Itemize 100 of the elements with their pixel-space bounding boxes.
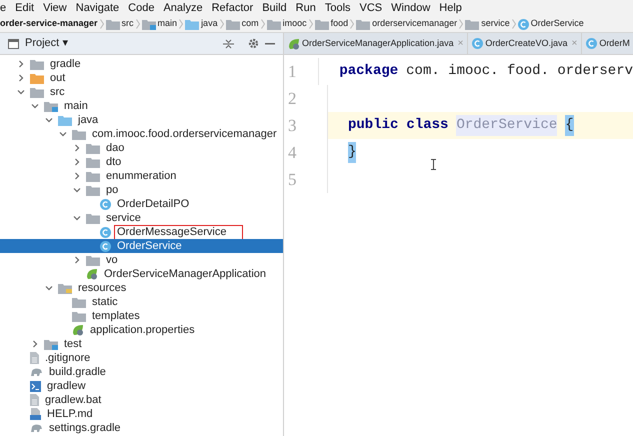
separator-icon — [100, 19, 104, 29]
tree-item[interactable]: gradlew.bat — [0, 393, 283, 407]
breadcrumb-item[interactable]: src — [122, 17, 134, 31]
tree-item[interactable]: application.properties — [0, 323, 283, 337]
tree-item-label: com.imooc.food.orderservicemanager — [91, 128, 278, 140]
tree-item[interactable]: src — [0, 85, 283, 99]
tree-item[interactable]: OrderMessageService — [0, 225, 283, 239]
breadcrumb-item[interactable]: order-service-manager — [0, 17, 98, 31]
elephant-icon — [30, 423, 43, 433]
matched-brace: } — [348, 142, 356, 163]
tree-item[interactable]: resources — [0, 281, 283, 295]
chevron-right-icon[interactable] — [73, 256, 81, 264]
menu-item[interactable]: Build — [262, 0, 287, 16]
tree-item-label: out — [49, 72, 66, 84]
tree-item-label: dto — [105, 156, 122, 168]
editor-tab[interactable]: OrderM — [582, 33, 633, 54]
tree-item-label: resources — [77, 282, 128, 294]
tree-item[interactable]: gradle — [0, 57, 283, 71]
tree-item[interactable]: main — [0, 99, 283, 113]
tree-item[interactable]: settings.gradle — [0, 421, 283, 435]
project-view-selector[interactable]: Project ▾ — [25, 35, 68, 52]
menu-item[interactable]: VCS — [360, 0, 382, 16]
tree-item-label: vo — [105, 254, 119, 266]
tree-item-label: application.properties — [89, 324, 196, 336]
tree-item-label: java — [76, 114, 100, 126]
tree-item-label: OrderServiceManagerApplication — [103, 268, 268, 280]
menu-item[interactable]: Navigate — [76, 0, 120, 16]
menu-item[interactable]: Analyze — [163, 0, 203, 16]
tree-item[interactable]: dao — [0, 141, 283, 155]
separator-icon — [350, 19, 354, 29]
separator-icon — [136, 19, 140, 29]
tree-item[interactable]: test — [0, 337, 283, 351]
tree-item[interactable]: OrderDetailPO — [0, 197, 283, 211]
chevron-down-icon[interactable] — [45, 284, 53, 292]
tree-item-label: dao — [105, 142, 126, 154]
tree-item-label: enummeration — [105, 170, 178, 182]
text-cursor-icon — [431, 159, 436, 170]
class-icon — [100, 240, 111, 252]
source-folder-icon — [142, 18, 156, 30]
chevron-down-icon[interactable] — [73, 186, 81, 194]
separator-icon — [512, 19, 516, 29]
tree-item[interactable]: po — [0, 183, 283, 197]
tree-item[interactable]: com.imooc.food.orderservicemanager — [0, 127, 283, 141]
menu-item[interactable]: Help — [439, 0, 462, 16]
tree-item[interactable]: service — [0, 211, 283, 225]
breadcrumb-item[interactable]: imooc — [282, 17, 307, 31]
menu-item[interactable]: Tools — [324, 0, 351, 16]
tree-item-label: gradlew.bat — [44, 394, 102, 406]
folder-icon — [86, 184, 100, 196]
separator-icon — [308, 19, 313, 29]
editor-tab[interactable]: OrderServiceManagerApplication.java × — [284, 33, 468, 54]
breadcrumb-item[interactable]: food — [330, 17, 348, 31]
breadcrumb-item[interactable]: com — [242, 17, 259, 31]
tree-item[interactable]: enummeration — [0, 169, 283, 183]
menu-item[interactable]: View — [43, 0, 67, 16]
tree-item[interactable]: build.gradle — [0, 365, 283, 379]
menu-item[interactable]: Window — [391, 0, 430, 16]
tree-item-label: OrderMessageService — [115, 226, 242, 238]
menu-item[interactable]: e — [0, 0, 6, 16]
tree-item-label: gradlew — [46, 380, 87, 392]
menu-item[interactable]: Refactor — [212, 0, 254, 16]
breadcrumb-item[interactable]: java — [201, 17, 218, 31]
tree-item[interactable]: static — [0, 295, 283, 309]
menu-item[interactable]: Edit — [15, 0, 34, 16]
tree-item[interactable]: java — [0, 113, 283, 127]
breadcrumb-item[interactable]: orderservicemanager — [372, 17, 458, 31]
folder-icon — [266, 18, 281, 30]
source-folder-icon — [44, 338, 58, 350]
tree-item[interactable]: OrderServiceManagerApplication — [0, 267, 283, 281]
folder-icon — [185, 18, 200, 30]
tree-item[interactable]: OrderService — [0, 239, 283, 253]
breadcrumb-item[interactable]: OrderService — [530, 17, 584, 31]
chevron-right-icon[interactable] — [31, 340, 39, 348]
tab-label: OrderServiceManagerApplication.java — [302, 36, 454, 50]
tree-item-label: gradle — [49, 58, 82, 70]
chevron-down-icon[interactable] — [73, 214, 81, 222]
menu-item[interactable]: Run — [296, 0, 316, 16]
editor-tab[interactable]: OrderCreateVO.java × — [468, 33, 582, 54]
folder-icon — [72, 296, 86, 308]
tree-item-label: templates — [91, 310, 141, 322]
tree-item-label: build.gradle — [48, 366, 107, 378]
settings-icon[interactable] — [248, 38, 259, 49]
folder-icon — [356, 18, 370, 30]
tree-item[interactable]: HELP.md — [0, 407, 283, 421]
breadcrumb-item[interactable]: main — [158, 17, 178, 31]
code-keyword: class — [406, 116, 448, 135]
tree-item[interactable]: gradlew — [0, 379, 283, 393]
code-text: com. imooc. food. orderserv — [406, 62, 633, 81]
tree-item[interactable]: vo — [0, 253, 283, 267]
tree-item[interactable]: templates — [0, 309, 283, 323]
menu-item[interactable]: Code — [128, 0, 154, 16]
leaf-gear-icon — [288, 38, 300, 50]
tree-item[interactable]: dto — [0, 155, 283, 169]
tree-item[interactable]: out — [0, 71, 283, 85]
tree-item-label: OrderDetailPO — [116, 198, 190, 210]
collapse-icon[interactable] — [223, 38, 234, 48]
tree-item-label: static — [91, 296, 119, 308]
minimize-icon[interactable] — [265, 42, 275, 44]
breadcrumb-item[interactable]: service — [481, 17, 510, 31]
tree-item[interactable]: .gitignore — [0, 351, 283, 365]
